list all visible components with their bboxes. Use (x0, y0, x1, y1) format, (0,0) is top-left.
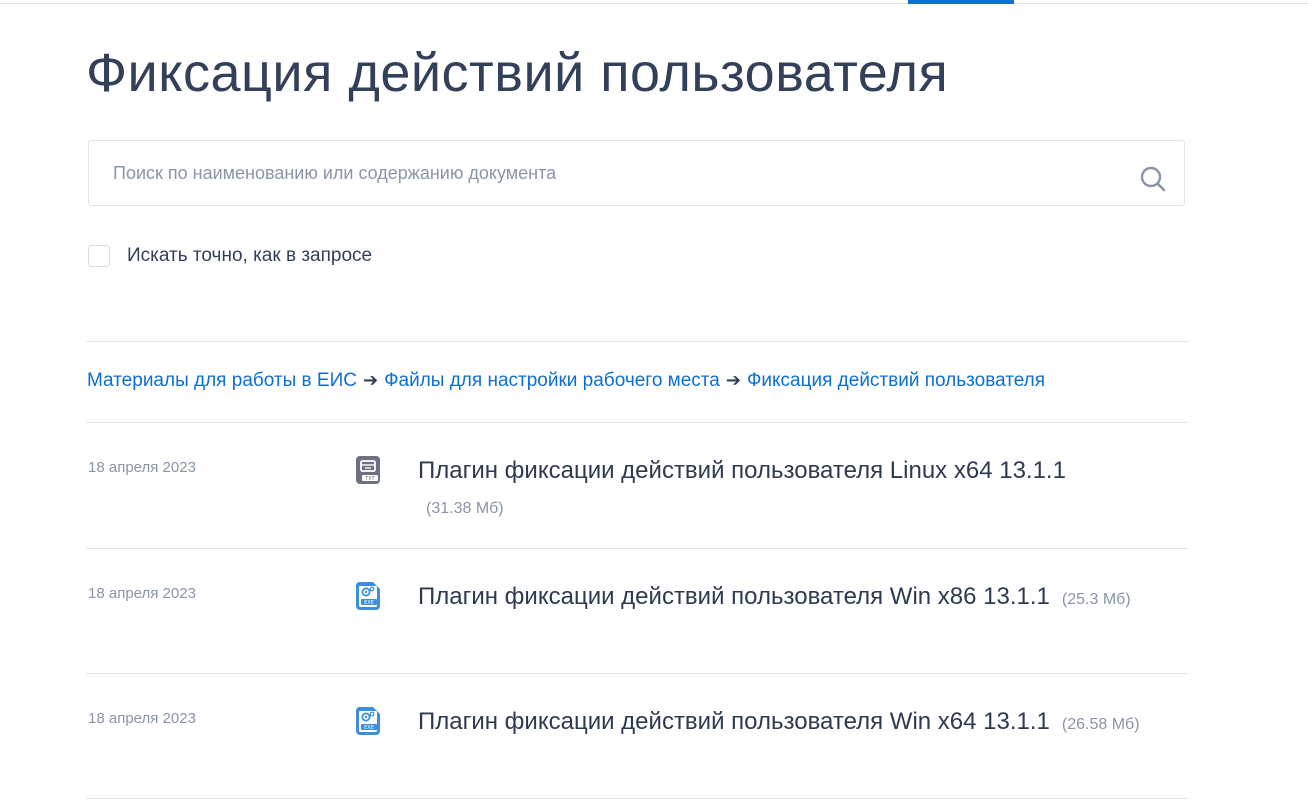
breadcrumb-item-workplace-files[interactable]: Файлы для настройки рабочего места (384, 370, 720, 391)
divider (86, 341, 1189, 342)
breadcrumb-item-materials[interactable]: Материалы для работы в ЕИС (87, 370, 357, 391)
document-size: (31.38 Мб) (426, 500, 504, 517)
divider (86, 798, 1189, 799)
exe-file-icon: EXE (355, 582, 380, 610)
document-link[interactable]: Плагин фиксации действий пользователя Wi… (418, 583, 1050, 610)
document-text: Плагин фиксации действий пользователя Li… (418, 453, 1163, 526)
breadcrumb-item-current[interactable]: Фиксация действий пользователя (747, 370, 1045, 391)
document-text: Плагин фиксации действий пользователя Wi… (418, 579, 1163, 617)
search-icon[interactable] (1139, 165, 1167, 193)
document-date: 18 апреля 2023 (88, 459, 196, 476)
active-tab-indicator (908, 0, 1014, 4)
document-link[interactable]: Плагин фиксации действий пользователя Wi… (418, 708, 1050, 735)
svg-text:EXE: EXE (364, 725, 374, 731)
search-input[interactable] (113, 141, 1113, 209)
exact-match-label: Искать точно, как в запросе (127, 245, 373, 266)
top-divider (0, 3, 1308, 4)
exact-match-option[interactable]: Искать точно, как в запросе (88, 244, 372, 268)
search-box (88, 140, 1185, 209)
breadcrumb-separator: ➔ (725, 370, 741, 391)
exe-file-icon: EXE (355, 707, 380, 735)
breadcrumb: Материалы для работы в ЕИС ➔ Файлы для нас… (87, 370, 1045, 392)
document-date: 18 апреля 2023 (88, 710, 196, 727)
document-row: 18 апреля 2023 EXE Плагин фиксации дейст… (86, 674, 1189, 799)
document-link[interactable]: Плагин фиксации действий пользователя Li… (418, 457, 1066, 484)
document-row: 18 апреля 2023 TXT Плагин фиксации дейст… (86, 423, 1189, 548)
document-size: (26.58 Мб) (1061, 716, 1140, 733)
document-size: (25.3 Мб) (1061, 591, 1131, 608)
document-row: 18 апреля 2023 EXE Плагин фиксации дейст… (86, 549, 1189, 674)
document-date: 18 апреля 2023 (88, 585, 196, 602)
breadcrumb-separator: ➔ (362, 370, 379, 391)
svg-text:EXE: EXE (364, 600, 374, 606)
document-text: Плагин фиксации действий пользователя Wi… (418, 704, 1163, 742)
svg-text:TXT: TXT (364, 476, 375, 482)
exact-match-checkbox[interactable] (88, 245, 110, 267)
page-title: Фиксация действий пользователя (86, 43, 949, 103)
txt-file-icon: TXT (356, 456, 380, 484)
